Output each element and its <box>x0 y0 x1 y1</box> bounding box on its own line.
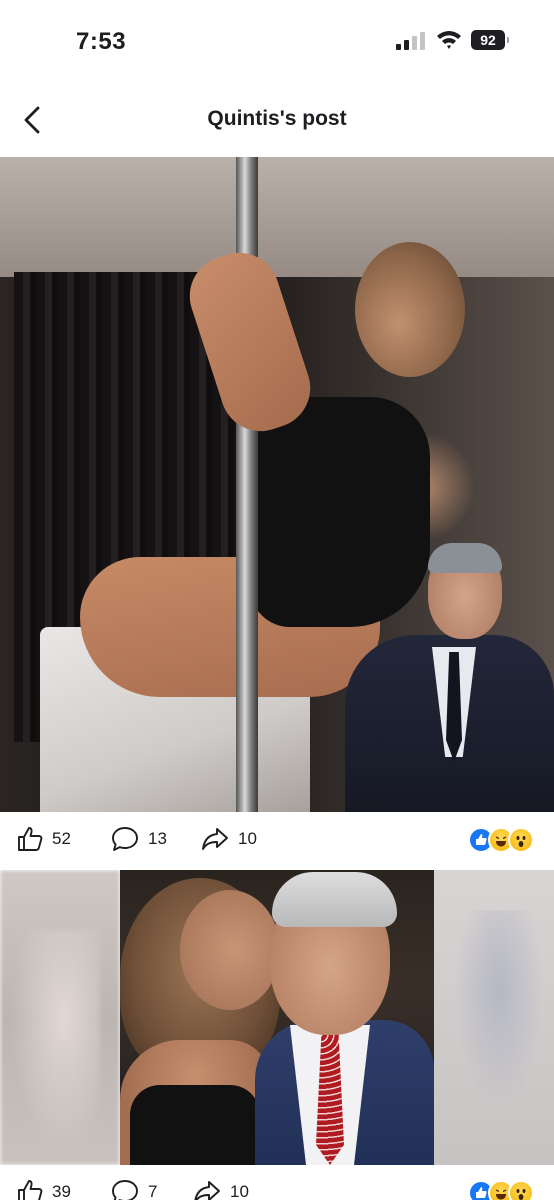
comment-button[interactable]: 7 <box>110 1178 157 1200</box>
status-bar: 7:53 92 <box>0 0 554 80</box>
photo-wall <box>0 157 554 277</box>
photo-blur-left <box>0 870 120 1165</box>
wow-reaction-icon <box>508 1180 534 1200</box>
reaction-bar-1: 52 13 10 <box>0 815 554 865</box>
share-count: 10 <box>238 829 257 848</box>
wow-reaction-icon <box>508 827 534 853</box>
reaction-summary[interactable] <box>468 827 538 853</box>
share-arrow-icon <box>202 828 228 850</box>
photo-woman-dress <box>130 1085 260 1165</box>
status-time: 7:53 <box>76 28 127 55</box>
share-button[interactable]: 10 <box>200 825 257 853</box>
like-count: 39 <box>52 1182 71 1200</box>
photo-man-hair <box>428 543 502 573</box>
post-header: Quintis's post <box>0 90 554 150</box>
battery-icon: 92 <box>471 30 509 50</box>
comment-count: 13 <box>148 829 167 848</box>
wifi-icon <box>436 28 462 50</box>
like-count: 52 <box>52 829 71 848</box>
photo-blur-right <box>434 870 554 1165</box>
comment-bubble-icon <box>112 827 138 851</box>
photo-figure-body <box>250 397 430 627</box>
like-button[interactable]: 39 <box>16 1178 71 1200</box>
cellular-signal-icon <box>396 32 426 50</box>
post-photo-2[interactable] <box>0 870 554 1165</box>
reaction-bar-2: 39 7 10 <box>0 1168 554 1200</box>
thumbs-up-icon <box>18 1180 43 1200</box>
comment-button[interactable]: 13 <box>110 825 167 853</box>
photo-center <box>120 870 434 1165</box>
reaction-summary[interactable] <box>468 1180 538 1200</box>
share-arrow-icon <box>194 1181 220 1200</box>
thumbs-up-icon <box>18 827 43 851</box>
photo-figure-head <box>355 242 465 377</box>
post-photo-1[interactable] <box>0 157 554 812</box>
photo-woman-face <box>180 890 280 1010</box>
photo-man-hair <box>272 872 397 927</box>
share-button[interactable]: 10 <box>192 1178 249 1200</box>
page-title: Quintis's post <box>207 107 347 130</box>
comment-count: 7 <box>148 1182 158 1200</box>
like-button[interactable]: 52 <box>16 825 71 853</box>
share-count: 10 <box>230 1182 249 1200</box>
comment-bubble-icon <box>112 1180 138 1200</box>
